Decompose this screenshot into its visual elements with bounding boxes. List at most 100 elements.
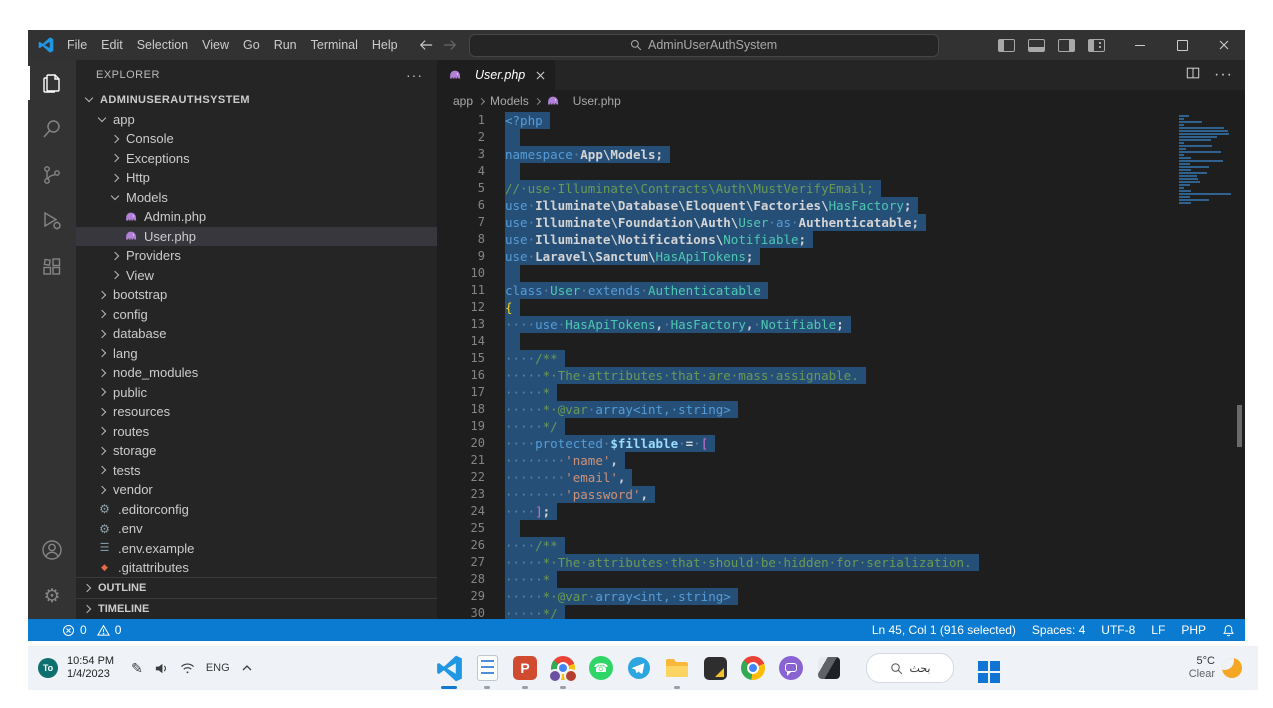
taskbar-app-chrome[interactable] — [738, 653, 768, 683]
tab-user-php[interactable]: User.php — [437, 60, 555, 90]
code-line[interactable]: 19·····*/ — [437, 418, 1245, 435]
code-line[interactable]: 6use·Illuminate\Database\Eloquent\Factor… — [437, 197, 1245, 214]
account-icon[interactable] — [28, 527, 76, 573]
menu-selection[interactable]: Selection — [130, 38, 195, 52]
taskbar-clock[interactable]: 10:54 PM 1/4/2023 — [67, 655, 114, 681]
run-and-debug-icon[interactable] — [28, 198, 76, 244]
status-php[interactable]: PHP — [1181, 623, 1206, 637]
tree-item-config[interactable]: config — [76, 305, 437, 325]
forward-arrow-icon[interactable] — [443, 39, 457, 51]
tree-item-http[interactable]: Http — [76, 168, 437, 188]
taskbar-search[interactable]: بحث — [866, 653, 954, 683]
tree-item-vendor[interactable]: vendor — [76, 480, 437, 500]
section-timeline[interactable]: TIMELINE — [76, 598, 437, 619]
toggle-panel-icon[interactable] — [1028, 39, 1045, 52]
tree-item-tests[interactable]: tests — [76, 461, 437, 481]
code-line[interactable]: 25 — [437, 520, 1245, 537]
pen-icon[interactable]: ✎ — [131, 660, 143, 677]
tree-item-adminuserauthsystem[interactable]: ADMINUSERAUTHSYSTEM — [76, 90, 437, 110]
explorer-more-actions-icon[interactable]: ··· — [406, 67, 423, 83]
status-spaces-4[interactable]: Spaces: 4 — [1032, 623, 1085, 637]
tree-item-env-example[interactable]: ☰.env.example — [76, 539, 437, 559]
maximize-button[interactable] — [1161, 30, 1203, 60]
minimap[interactable] — [1179, 115, 1233, 205]
tree-item-public[interactable]: public — [76, 383, 437, 403]
menu-run[interactable]: Run — [267, 38, 304, 52]
tree-item-admin-php[interactable]: Admin.php — [76, 207, 437, 227]
code-line[interactable]: 21········'name', — [437, 452, 1245, 469]
tree-item-gitattributes[interactable]: ◆.gitattributes — [76, 558, 437, 577]
tree-item-models[interactable]: Models — [76, 188, 437, 208]
wifi-icon[interactable] — [180, 662, 195, 675]
tree-item-resources[interactable]: resources — [76, 402, 437, 422]
tree-item-exceptions[interactable]: Exceptions — [76, 149, 437, 169]
menu-view[interactable]: View — [195, 38, 236, 52]
tree-item-editorconfig[interactable]: ⚙.editorconfig — [76, 500, 437, 520]
taskbar-app-chrome-profile[interactable] — [548, 653, 578, 683]
tree-item-bootstrap[interactable]: bootstrap — [76, 285, 437, 305]
tree-item-storage[interactable]: storage — [76, 441, 437, 461]
windows-start-button[interactable] — [978, 661, 1000, 683]
menu-file[interactable]: File — [60, 38, 94, 52]
taskbar-app-dark-window-app[interactable] — [814, 653, 844, 683]
code-line[interactable]: 10 — [437, 265, 1245, 282]
tree-item-providers[interactable]: Providers — [76, 246, 437, 266]
tree-item-database[interactable]: database — [76, 324, 437, 344]
tree-item-env[interactable]: ⚙.env — [76, 519, 437, 539]
close-button[interactable] — [1203, 30, 1245, 60]
code-line[interactable]: 17·····* — [437, 384, 1245, 401]
taskbar-weather[interactable]: 5°C Clear — [1189, 655, 1258, 681]
code-line[interactable]: 22········'email', — [437, 469, 1245, 486]
breadcrumb-item-models[interactable]: Models — [490, 94, 529, 108]
tree-item-console[interactable]: Console — [76, 129, 437, 149]
code-line[interactable]: 5//·use·Illuminate\Contracts\Auth\MustVe… — [437, 180, 1245, 197]
breadcrumb-item-app[interactable]: app — [453, 94, 473, 108]
code-line[interactable]: 3namespace·App\Models; — [437, 146, 1245, 163]
toggle-secondary-sidebar-icon[interactable] — [1058, 39, 1075, 52]
explorer-icon[interactable] — [28, 60, 76, 106]
code-line[interactable]: 13····use·HasApiTokens,·HasFactory,·Noti… — [437, 316, 1245, 333]
tree-item-view[interactable]: View — [76, 266, 437, 286]
taskbar-widget-badge[interactable]: To — [38, 658, 58, 678]
code-line[interactable]: 11class·User·extends·Authenticatable — [437, 282, 1245, 299]
taskbar-app-file-explorer[interactable] — [662, 653, 692, 683]
menu-help[interactable]: Help — [365, 38, 405, 52]
code-line[interactable]: 29·····*·@var·array<int,·string> — [437, 588, 1245, 605]
code-line[interactable]: 14 — [437, 333, 1245, 350]
code-line[interactable]: 8use·Illuminate\Notifications\Notifiable… — [437, 231, 1245, 248]
taskbar-app-chat-app[interactable] — [776, 653, 806, 683]
errors-count[interactable]: 0 — [80, 623, 87, 637]
status-utf-8[interactable]: UTF-8 — [1101, 623, 1135, 637]
notifications-bell-icon[interactable] — [1222, 624, 1235, 637]
breadcrumb-item-user-php[interactable]: User.php — [573, 94, 621, 108]
taskbar-app-vscode[interactable] — [434, 653, 464, 683]
taskbar-app-powerpoint[interactable]: P — [510, 653, 540, 683]
code-line[interactable]: 30·····*/ — [437, 605, 1245, 619]
code-line[interactable]: 1<?php — [437, 112, 1245, 129]
breadcrumb[interactable]: app Models User.php — [437, 90, 1245, 112]
code-line[interactable]: 20····protected·$fillable·=·[ — [437, 435, 1245, 452]
code-line[interactable]: 16·····*·The·attributes·that·are·mass·as… — [437, 367, 1245, 384]
code-line[interactable]: 26····/** — [437, 537, 1245, 554]
tree-item-app[interactable]: app — [76, 110, 437, 130]
code-line[interactable]: 4 — [437, 163, 1245, 180]
minimize-button[interactable] — [1119, 30, 1161, 60]
code-editor[interactable]: 1<?php23namespace·App\Models;45//·use·Il… — [437, 112, 1245, 619]
tree-item-user-php[interactable]: User.php — [76, 227, 437, 247]
taskbar-app-telegram[interactable] — [624, 653, 654, 683]
code-line[interactable]: 15····/** — [437, 350, 1245, 367]
status-lf[interactable]: LF — [1151, 623, 1165, 637]
menu-edit[interactable]: Edit — [94, 38, 130, 52]
tree-item-routes[interactable]: routes — [76, 422, 437, 442]
toggle-primary-sidebar-icon[interactable] — [998, 39, 1015, 52]
search-view-icon[interactable] — [28, 106, 76, 152]
customize-layout-icon[interactable] — [1088, 39, 1105, 52]
split-editor-icon[interactable] — [1186, 66, 1200, 85]
code-line[interactable]: 7use·Illuminate\Foundation\Auth\User·as·… — [437, 214, 1245, 231]
settings-gear-icon[interactable]: ⚙ — [28, 573, 76, 619]
code-line[interactable]: 9use·Laravel\Sanctum\HasApiTokens; — [437, 248, 1245, 265]
code-line[interactable]: 12{ — [437, 299, 1245, 316]
speaker-icon[interactable] — [154, 661, 169, 676]
warnings-count[interactable]: 0 — [115, 623, 122, 637]
source-control-icon[interactable] — [28, 152, 76, 198]
